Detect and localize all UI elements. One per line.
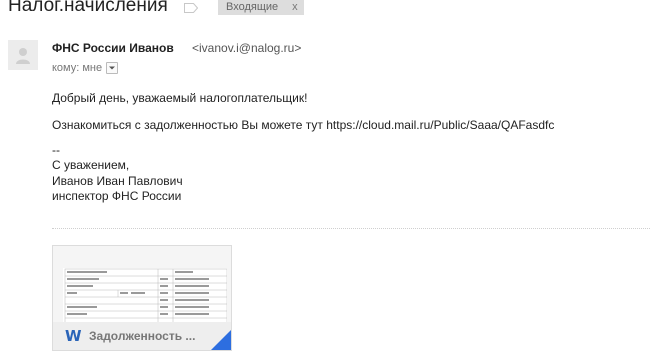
email-subject: Налог.начисления <box>8 0 168 16</box>
label-inbox-text: Входящие <box>226 1 279 13</box>
recipient-line: кому: мне <box>52 62 119 74</box>
attachment-footer[interactable]: W Задолженность ... <box>53 322 231 350</box>
word-icon: W <box>65 327 82 345</box>
attachment-preview-thumbnail <box>63 268 227 328</box>
sender-name[interactable]: ФНС России Иванов <box>52 41 174 55</box>
attachments-divider <box>52 228 650 229</box>
signature-title: инспектор ФНС России <box>52 189 182 203</box>
attachment-card[interactable]: W Задолженность ... <box>52 245 232 351</box>
signature-name: Иванов Иван Павлович <box>52 174 183 188</box>
recipient-label: кому: мне <box>52 62 103 74</box>
attachment-filename[interactable]: Задолженность ... <box>89 329 195 343</box>
signature-separator: -- <box>52 143 60 157</box>
remove-label-button[interactable]: x <box>292 0 298 15</box>
label-inbox-chip[interactable]: Входящие x <box>218 0 304 15</box>
signature-regards: С уважением, <box>52 158 130 172</box>
sender-avatar[interactable] <box>8 40 38 70</box>
body-notice-with-link[interactable]: Ознакомиться с задолженностью Вы можете … <box>52 118 554 132</box>
body-greeting: Добрый день, уважаемый налогоплательщик! <box>52 91 308 105</box>
sender-email: <ivanov.i@nalog.ru> <box>192 41 302 55</box>
chevron-down-icon <box>109 66 116 70</box>
importance-marker-icon[interactable] <box>184 3 198 13</box>
show-details-dropdown[interactable] <box>106 62 119 74</box>
attachment-corner-fold <box>211 330 231 350</box>
person-icon <box>16 48 30 64</box>
